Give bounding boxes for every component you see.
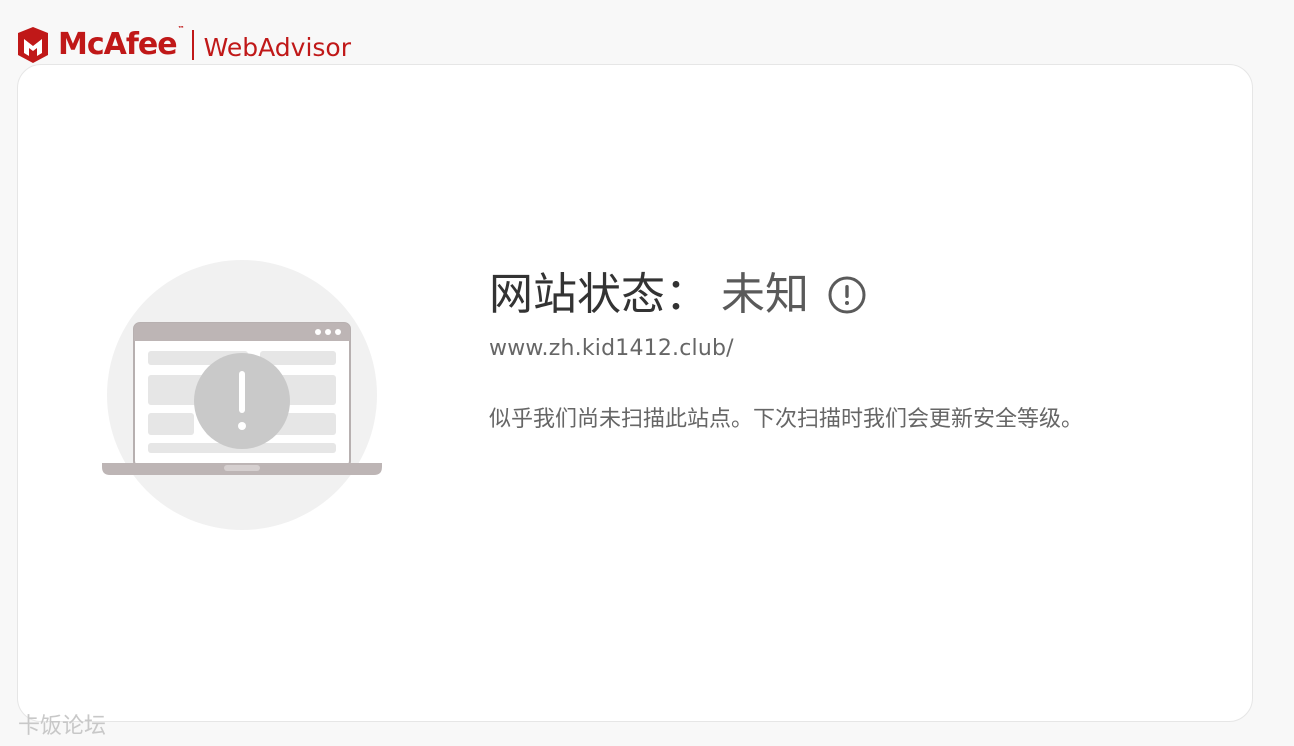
status-title: 网站状态： 未知: [489, 269, 1129, 322]
page: McAfee™ WebAdvisor 网站状态： 未知 www.zh.kid14…: [0, 0, 1294, 746]
status-message: 似乎我们尚未扫描此站点。下次扫描时我们会更新安全等级。: [489, 406, 1084, 432]
exclamation-circle-icon[interactable]: [827, 275, 867, 315]
mcafee-shield-icon: [18, 27, 48, 63]
status-label: 网站状态：: [489, 269, 709, 320]
mcafee-webadvisor-logo: McAfee™ WebAdvisor: [16, 26, 351, 64]
status-block: 网站状态： 未知 www.zh.kid1412.club/ 似乎我们尚未扫描此站…: [489, 269, 1129, 437]
status-value: 未知: [721, 269, 809, 320]
forum-watermark: 卡饭论坛: [18, 714, 107, 739]
site-url: www.zh.kid1412.club/: [489, 335, 734, 361]
logo-divider: [191, 30, 194, 60]
laptop-warning-icon: [102, 260, 382, 530]
status-card: 网站状态： 未知 www.zh.kid1412.club/ 似乎我们尚未扫描此站…: [17, 64, 1253, 722]
product-name: WebAdvisor: [203, 32, 351, 62]
brand-name: McAfee™: [58, 25, 185, 62]
